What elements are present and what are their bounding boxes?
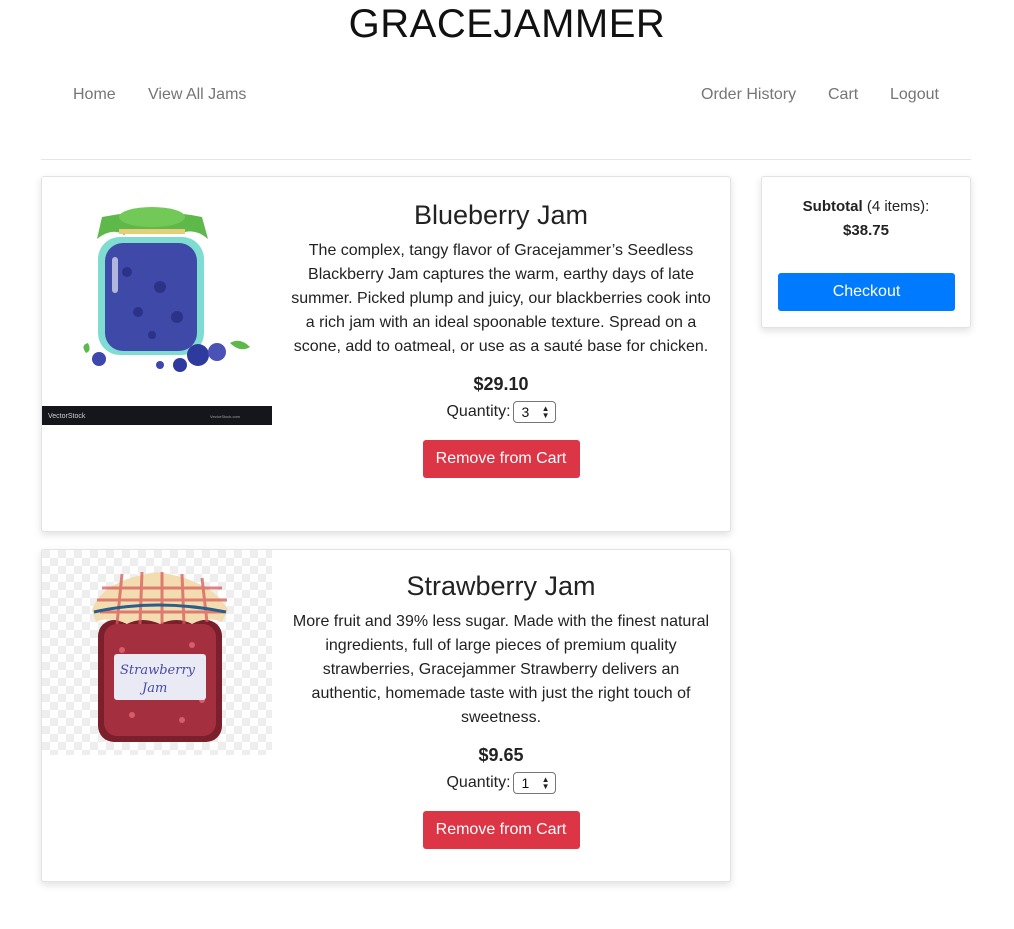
- svg-text:VectorStock: VectorStock: [48, 413, 86, 420]
- blueberry-jam-image[interactable]: VectorStock VectorStock.com: [42, 177, 272, 425]
- nav-home-link[interactable]: Home: [73, 86, 116, 104]
- remove-from-cart-button[interactable]: Remove from Cart: [422, 440, 580, 478]
- header-divider: [41, 159, 971, 160]
- cart-item-details: Strawberry Jam More fruit and 39% less s…: [288, 570, 714, 849]
- quantity-value: 1: [521, 775, 530, 791]
- product-price: $29.10: [473, 374, 529, 394]
- nav-logout-link[interactable]: Logout: [890, 86, 939, 104]
- quantity-label: Quantity:: [446, 774, 511, 791]
- spinner-arrows-icon: ▲ ▼: [541, 775, 550, 791]
- nav-cart-link[interactable]: Cart: [828, 86, 858, 104]
- quantity-value: 3: [521, 404, 530, 420]
- site-title: GRACEJAMMER: [348, 2, 666, 46]
- product-name: Blueberry Jam: [413, 200, 589, 230]
- product-description: The complex, tangy flavor of Gracejammer…: [291, 242, 711, 355]
- subtotal-text: Subtotal (4 items): $38.75: [762, 195, 970, 243]
- order-summary-card: Subtotal (4 items): $38.75 Checkout: [761, 176, 971, 328]
- subtotal-label: Subtotal: [802, 198, 863, 215]
- cart-item-details: Blueberry Jam The complex, tangy flavor …: [288, 199, 714, 478]
- spinner-arrows-icon: ▲ ▼: [541, 404, 550, 420]
- quantity-label: Quantity:: [446, 403, 511, 420]
- checkout-button[interactable]: Checkout: [778, 273, 955, 311]
- quantity-select[interactable]: 1 ▲ ▼: [512, 772, 556, 794]
- svg-text:VectorStock.com: VectorStock.com: [210, 414, 241, 419]
- cart-item-card: VectorStock VectorStock.com Blueberry Ja…: [41, 176, 731, 532]
- quantity-row: Quantity: 1 ▲ ▼: [288, 772, 714, 794]
- product-price: $9.65: [478, 745, 524, 765]
- svg-text:Strawberry: Strawberry: [120, 663, 196, 678]
- nav-order-history-link[interactable]: Order History: [701, 86, 796, 104]
- product-description: More fruit and 39% less sugar. Made with…: [292, 613, 710, 726]
- remove-from-cart-button[interactable]: Remove from Cart: [422, 811, 580, 849]
- product-name: Strawberry Jam: [406, 571, 596, 601]
- items-count: (4 items):: [866, 198, 930, 215]
- cart-item-card: Strawberry Jam Strawberry Jam More fruit…: [41, 549, 731, 882]
- main-nav: Home View All Jams Order History Cart Lo…: [0, 86, 1014, 110]
- strawberry-jam-image[interactable]: Strawberry Jam: [42, 550, 272, 755]
- svg-text:Jam: Jam: [139, 681, 167, 696]
- nav-view-all-jams-link[interactable]: View All Jams: [148, 86, 246, 104]
- quantity-select[interactable]: 3 ▲ ▼: [512, 401, 556, 423]
- quantity-row: Quantity: 3 ▲ ▼: [288, 401, 714, 423]
- subtotal-amount: $38.75: [843, 222, 889, 239]
